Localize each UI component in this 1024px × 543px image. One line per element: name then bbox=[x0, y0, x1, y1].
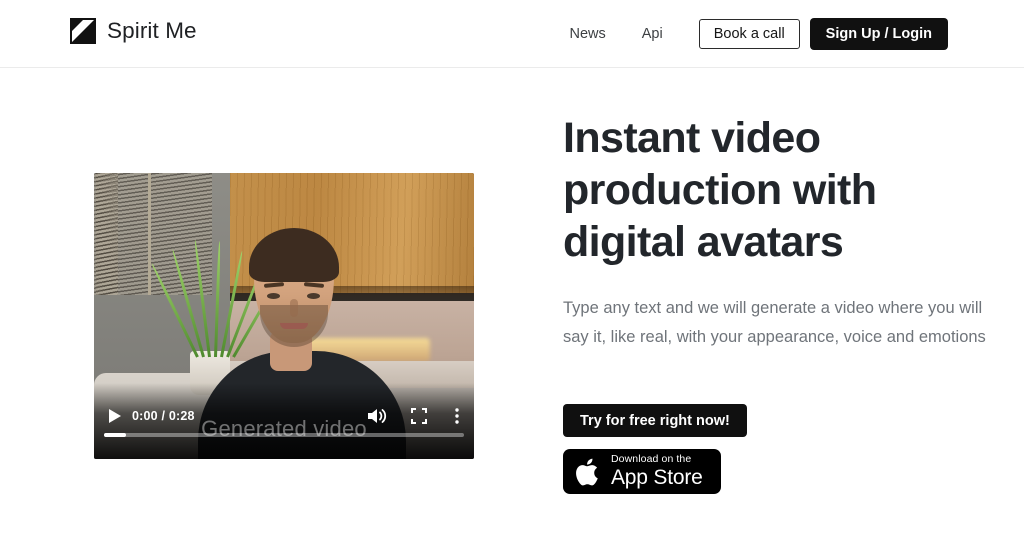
page-title: Instant video production with digital av… bbox=[563, 114, 877, 266]
avatar-person-eye-right bbox=[307, 293, 320, 299]
brand-logo[interactable]: Spirit Me bbox=[70, 18, 197, 44]
video-controls-bar: 0:00 / 0:28 bbox=[94, 405, 474, 427]
hero-video-player[interactable]: Generated video 0:00 / 0:28 bbox=[94, 173, 474, 459]
avatar-person-eye-left bbox=[267, 293, 280, 299]
book-a-call-button[interactable]: Book a call bbox=[698, 19, 800, 49]
play-icon[interactable] bbox=[104, 405, 126, 427]
app-store-label-group: Download on the App Store bbox=[611, 454, 703, 489]
hero-subheading: Type any text and we will generate a vid… bbox=[563, 299, 986, 346]
nav-link-news[interactable]: News bbox=[552, 24, 624, 44]
volume-icon[interactable] bbox=[364, 405, 390, 427]
video-progress-bar[interactable] bbox=[104, 433, 464, 437]
app-store-small-label: Download on the bbox=[611, 453, 692, 466]
fullscreen-icon[interactable] bbox=[408, 405, 430, 427]
video-progress-fill bbox=[104, 433, 126, 437]
avatar-person-mouth bbox=[280, 323, 308, 329]
brand-name: Spirit Me bbox=[107, 18, 197, 43]
hero-cta-group: Try for free right now! bbox=[563, 404, 747, 437]
sign-up-login-button[interactable]: Sign Up / Login bbox=[809, 18, 948, 50]
app-store-download-button[interactable]: Download on the App Store bbox=[563, 449, 721, 494]
more-options-icon[interactable] bbox=[450, 405, 464, 427]
landing-page: Spirit Me News Api Book a call Sign Up /… bbox=[0, 0, 1024, 543]
app-store-big-label: App Store bbox=[611, 465, 703, 489]
hero-copy: Instant video production with digital av… bbox=[563, 112, 1003, 352]
apple-logo-icon bbox=[575, 456, 602, 488]
scene-wall-art-secondary bbox=[94, 173, 118, 295]
try-for-free-button[interactable]: Try for free right now! bbox=[563, 404, 747, 437]
site-header: Spirit Me News Api Book a call Sign Up /… bbox=[0, 0, 1024, 68]
main-nav: News Api Book a call Sign Up / Login bbox=[552, 0, 948, 68]
avatar-person-nose bbox=[290, 299, 298, 317]
spirit-me-square-diagonal-logo-icon bbox=[70, 18, 96, 44]
video-time-display: 0:00 / 0:28 bbox=[132, 409, 195, 423]
scene-plant bbox=[150, 239, 279, 358]
nav-link-api[interactable]: Api bbox=[624, 24, 681, 44]
